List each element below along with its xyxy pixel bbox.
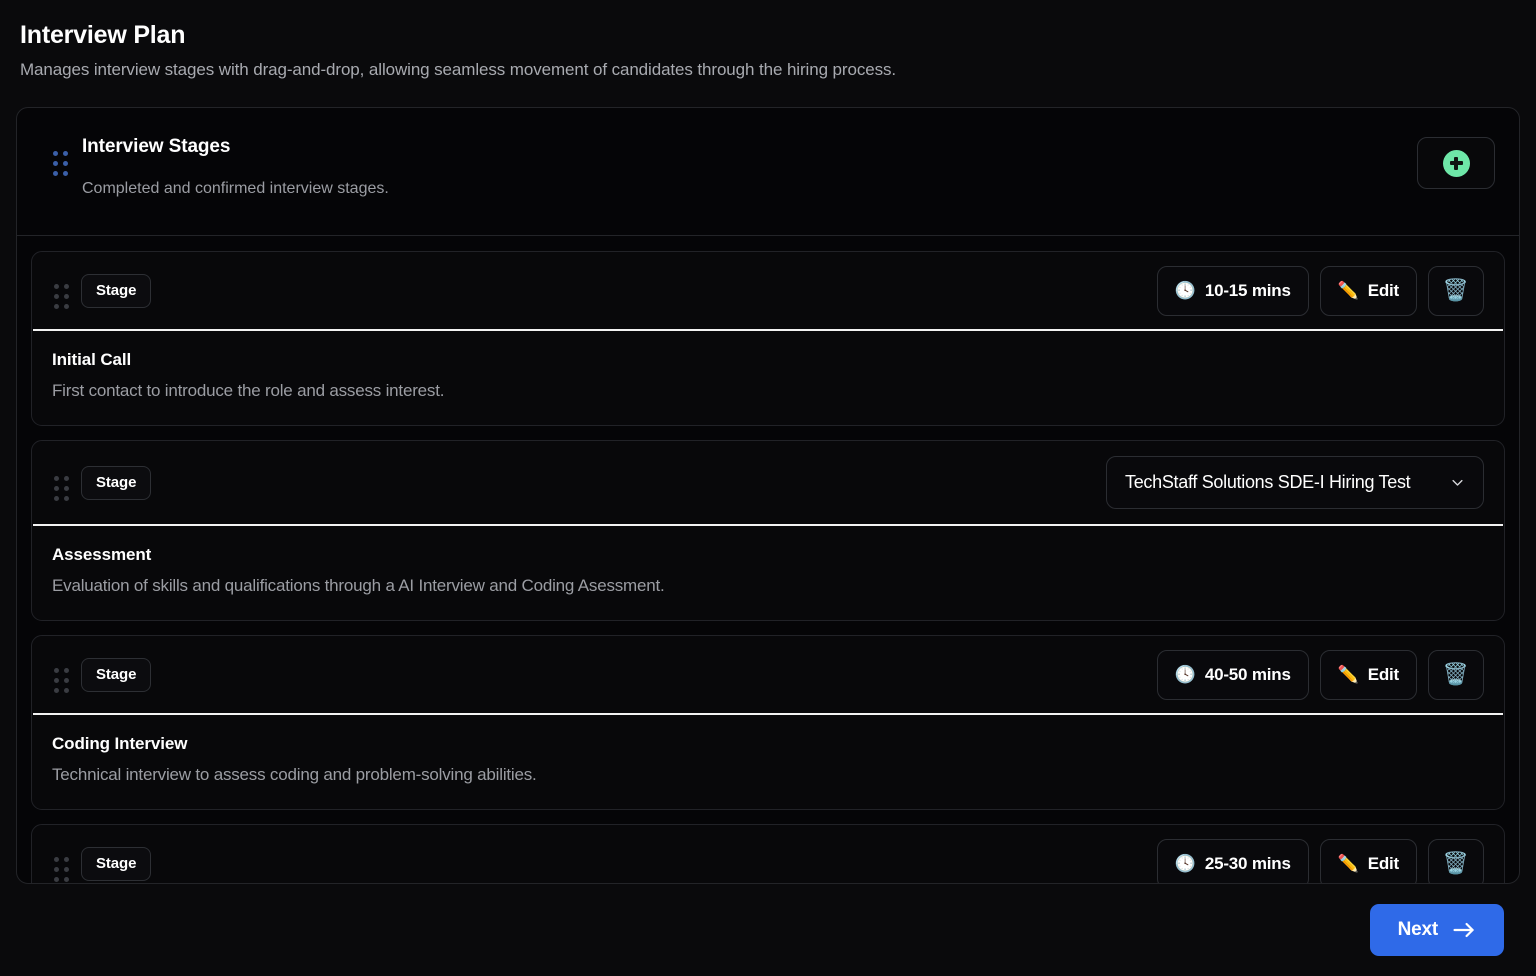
stage-body: Initial Call First contact to introduce … bbox=[32, 331, 1504, 425]
stage-description: Technical interview to assess coding and… bbox=[52, 765, 537, 784]
chevron-down-icon bbox=[1452, 479, 1463, 486]
stage-row: Stage 🕓 40-50 mins ✏️ Edit 🗑️ Coding Int… bbox=[31, 635, 1505, 810]
drag-handle-icon[interactable] bbox=[54, 857, 69, 882]
page-title: Interview Plan bbox=[20, 21, 186, 49]
stage-name: Assessment bbox=[52, 545, 152, 564]
duration-label: 10-15 mins bbox=[1204, 280, 1291, 300]
stage-header: Stage 🕓 25-30 mins ✏️ Edit 🗑️ bbox=[32, 825, 1504, 883]
card-header: Interview Stages Completed and confirmed… bbox=[17, 108, 1519, 236]
arrow-right-icon bbox=[1453, 922, 1474, 938]
add-stage-button[interactable] bbox=[1417, 137, 1495, 189]
assessment-select[interactable]: TechStaff Solutions SDE-I Hiring Test bbox=[1106, 456, 1484, 509]
plus-circle-icon bbox=[1442, 149, 1470, 177]
drag-handle-icon[interactable] bbox=[54, 284, 69, 309]
edit-label: Edit bbox=[1367, 853, 1400, 873]
trash-icon: 🗑️ bbox=[1442, 851, 1470, 875]
delete-button[interactable]: 🗑️ bbox=[1428, 649, 1484, 700]
edit-button[interactable]: ✏️ Edit bbox=[1319, 838, 1417, 883]
stage-body: Assessment Evaluation of skills and qual… bbox=[32, 526, 1504, 620]
duration-pill[interactable]: 🕓 25-30 mins bbox=[1156, 838, 1309, 883]
pencil-icon: ✏️ bbox=[1337, 854, 1359, 873]
stage-badge: Stage bbox=[81, 273, 152, 308]
stage-name: Coding Interview bbox=[52, 734, 188, 753]
next-button[interactable]: Next bbox=[1369, 904, 1504, 956]
pencil-icon: ✏️ bbox=[1337, 665, 1359, 684]
interview-stages-card: Interview Stages Completed and confirmed… bbox=[16, 107, 1520, 884]
pencil-icon: ✏️ bbox=[1337, 281, 1359, 300]
drag-handle-icon[interactable] bbox=[54, 668, 69, 693]
stage-body: Coding Interview Technical interview to … bbox=[32, 715, 1504, 809]
assessment-select-value: TechStaff Solutions SDE-I Hiring Test bbox=[1125, 472, 1411, 492]
card-subtitle: Completed and confirmed interview stages… bbox=[82, 180, 389, 197]
stage-row: Stage 🕓 10-15 mins ✏️ Edit 🗑️ Initial Ca… bbox=[31, 251, 1505, 426]
stage-badge: Stage bbox=[81, 846, 152, 881]
duration-pill[interactable]: 🕓 40-50 mins bbox=[1156, 649, 1309, 700]
clock-icon: 🕓 bbox=[1174, 281, 1196, 300]
stage-badge: Stage bbox=[81, 657, 152, 692]
stage-description: Evaluation of skills and qualifications … bbox=[52, 576, 665, 595]
edit-button[interactable]: ✏️ Edit bbox=[1319, 265, 1417, 316]
drag-handle-icon[interactable] bbox=[53, 151, 68, 176]
stage-header: Stage 🕓 40-50 mins ✏️ Edit 🗑️ bbox=[32, 636, 1504, 713]
edit-label: Edit bbox=[1367, 664, 1400, 684]
footer: Next bbox=[0, 884, 1536, 976]
edit-button[interactable]: ✏️ Edit bbox=[1319, 649, 1417, 700]
duration-pill[interactable]: 🕓 10-15 mins bbox=[1156, 265, 1309, 316]
card-title: Interview Stages bbox=[82, 136, 231, 157]
stage-row: Stage 🕓 25-30 mins ✏️ Edit 🗑️ bbox=[31, 824, 1505, 883]
stage-list[interactable]: Stage 🕓 10-15 mins ✏️ Edit 🗑️ Initial Ca… bbox=[17, 237, 1519, 883]
trash-icon: 🗑️ bbox=[1442, 278, 1470, 302]
interview-plan-page: Interview Plan Manages interview stages … bbox=[0, 0, 1536, 976]
trash-icon: 🗑️ bbox=[1442, 662, 1470, 686]
delete-button[interactable]: 🗑️ bbox=[1428, 838, 1484, 883]
duration-label: 40-50 mins bbox=[1204, 664, 1291, 684]
stage-header: Stage 🕓 10-15 mins ✏️ Edit 🗑️ bbox=[32, 252, 1504, 329]
drag-handle-icon[interactable] bbox=[54, 476, 69, 501]
next-label: Next bbox=[1397, 919, 1439, 940]
stage-badge: Stage bbox=[81, 465, 152, 500]
edit-label: Edit bbox=[1367, 280, 1400, 300]
delete-button[interactable]: 🗑️ bbox=[1428, 265, 1484, 316]
page-subtitle: Manages interview stages with drag-and-d… bbox=[20, 60, 897, 79]
stage-name: Initial Call bbox=[52, 350, 132, 369]
stage-description: First contact to introduce the role and … bbox=[52, 381, 445, 400]
stage-header: Stage TechStaff Solutions SDE-I Hiring T… bbox=[32, 441, 1504, 524]
stage-row: Stage TechStaff Solutions SDE-I Hiring T… bbox=[31, 440, 1505, 621]
duration-label: 25-30 mins bbox=[1204, 853, 1291, 873]
clock-icon: 🕓 bbox=[1174, 665, 1196, 684]
clock-icon: 🕓 bbox=[1174, 854, 1196, 873]
